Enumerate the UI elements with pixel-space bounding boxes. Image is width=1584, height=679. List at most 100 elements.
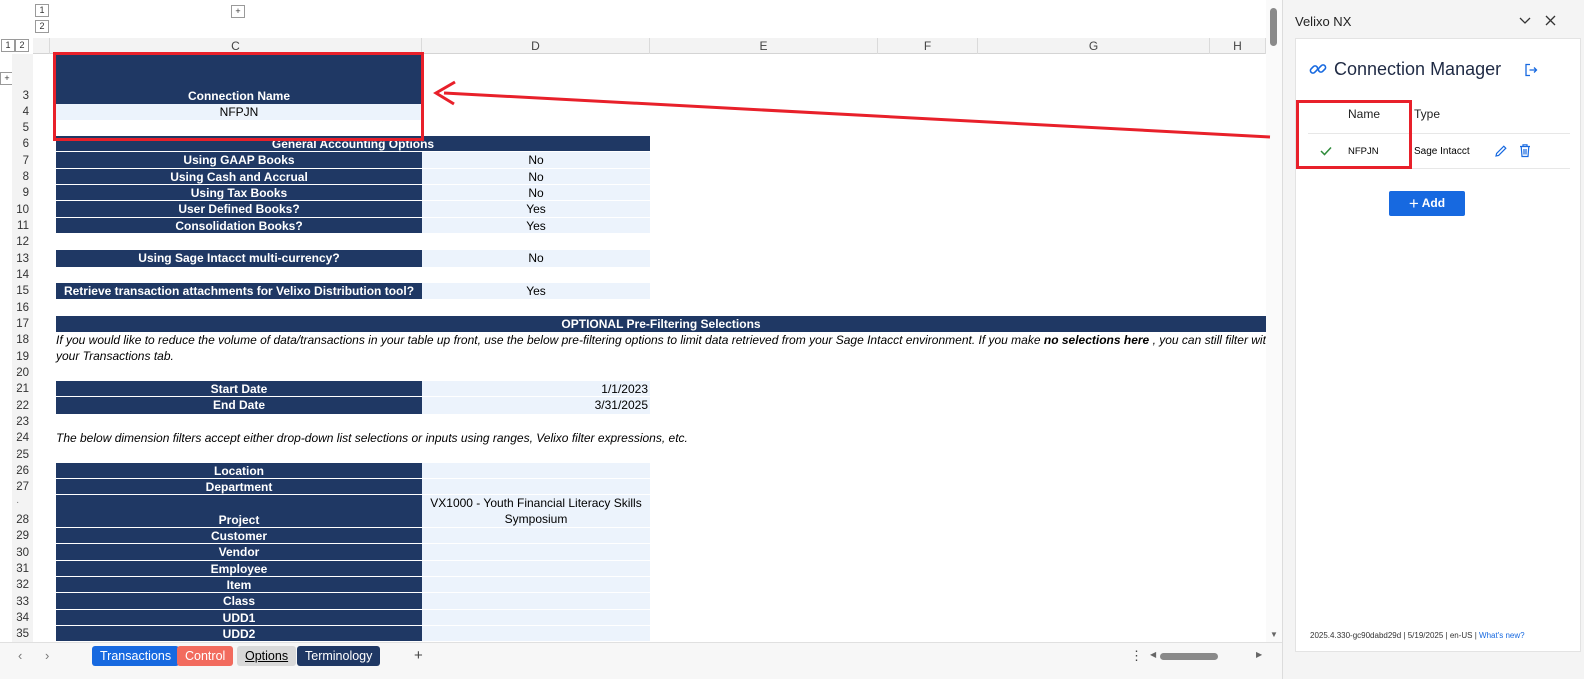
option-label[interactable]: Consolidation Books? xyxy=(56,218,422,234)
dimension-value[interactable] xyxy=(422,626,650,642)
dimension-label[interactable]: Department xyxy=(56,479,422,495)
more-options-icon[interactable]: ⋮ xyxy=(1130,648,1143,664)
row-number[interactable]: 6 xyxy=(12,136,33,152)
dimension-label[interactable]: Vendor xyxy=(56,544,422,561)
dimension-label[interactable]: Project xyxy=(56,495,422,528)
horizontal-scroll-thumb[interactable] xyxy=(1160,653,1218,660)
option-value[interactable]: No xyxy=(422,152,650,169)
row-number[interactable]: 4 xyxy=(12,104,33,120)
select-all-corner[interactable] xyxy=(33,38,50,54)
column-header[interactable]: D xyxy=(422,38,650,54)
cell-grid[interactable]: Connection Name NFPJN General Accounting O… xyxy=(33,54,1266,642)
option-value[interactable]: No xyxy=(422,185,650,201)
dimension-label[interactable]: UDD2 xyxy=(56,626,422,642)
option-label[interactable]: Using Cash and Accrual xyxy=(56,169,422,185)
horizontal-scrollbar[interactable]: ◀ ▶ xyxy=(1150,650,1262,661)
column-header[interactable]: H xyxy=(1210,38,1266,54)
add-connection-button[interactable]: + Add xyxy=(1389,191,1465,216)
scroll-left-icon[interactable]: ◀ xyxy=(1150,650,1156,659)
outline-dot: · xyxy=(16,465,20,476)
option-value[interactable]: No xyxy=(422,169,650,185)
tab-prev-icon[interactable]: ‹ xyxy=(18,648,22,663)
row-number[interactable]: 3 xyxy=(12,54,33,104)
row-number[interactable]: 16 xyxy=(12,299,33,316)
tab-terminology[interactable]: Terminology xyxy=(297,646,381,666)
row-number[interactable]: 5 xyxy=(12,120,33,136)
column-header[interactable]: F xyxy=(878,38,978,54)
end-date-value[interactable]: 3/31/2025 xyxy=(422,397,650,414)
attachments-value[interactable]: Yes xyxy=(422,283,650,299)
prefilter-note-line2[interactable]: your Transactions tab. xyxy=(56,348,1266,365)
dimension-label[interactable]: Location xyxy=(56,463,422,479)
multicurrency-value[interactable]: No xyxy=(422,250,650,267)
vertical-scrollbar[interactable]: ▼ xyxy=(1266,0,1282,642)
col-outline-level-2-button[interactable]: 2 xyxy=(15,39,29,52)
add-sheet-icon[interactable]: + xyxy=(414,647,423,664)
outline-dot: · xyxy=(16,612,20,623)
outline-dot: · xyxy=(16,563,20,574)
sign-out-icon[interactable] xyxy=(1524,63,1538,77)
row-number[interactable]: 11 xyxy=(12,218,33,234)
type-column-header[interactable]: Type xyxy=(1414,107,1440,121)
edit-pencil-icon[interactable] xyxy=(1494,144,1508,158)
dimension-value[interactable] xyxy=(422,528,650,544)
vertical-scroll-thumb[interactable] xyxy=(1270,8,1277,46)
dimension-label[interactable]: Customer xyxy=(56,528,422,544)
tab-transactions[interactable]: Transactions xyxy=(92,646,180,666)
column-header[interactable]: E xyxy=(650,38,878,54)
dimension-value[interactable] xyxy=(422,593,650,610)
prefilter-note[interactable]: If you would like to reduce the volume o… xyxy=(56,332,1266,348)
tab-options[interactable]: Options xyxy=(237,646,297,666)
scroll-right-icon[interactable]: ▶ xyxy=(1256,650,1262,659)
tab-next-icon[interactable]: › xyxy=(45,648,49,663)
dimension-label[interactable]: UDD1 xyxy=(56,610,422,626)
end-date-label[interactable]: End Date xyxy=(56,397,422,414)
dimension-label[interactable]: Item xyxy=(56,577,422,593)
row-number[interactable]: 14 xyxy=(12,267,33,283)
row-number[interactable]: 19 xyxy=(12,348,33,365)
chevron-down-icon[interactable] xyxy=(1519,17,1531,25)
dimension-value[interactable] xyxy=(422,561,650,577)
dimension-value[interactable] xyxy=(422,544,650,561)
attachments-label[interactable]: Retrieve transaction attachments for Vel… xyxy=(56,283,422,299)
expand-columns-button[interactable]: + xyxy=(231,5,245,18)
outline-dot: · xyxy=(16,546,20,557)
dimension-value[interactable] xyxy=(422,610,650,626)
scroll-down-icon[interactable]: ▼ xyxy=(1270,630,1278,639)
dimension-value[interactable] xyxy=(422,577,650,593)
dimension-value[interactable]: VX1000 - Youth Financial Literacy Skills… xyxy=(422,495,650,528)
row-number[interactable]: 12 xyxy=(12,234,33,250)
start-date-label[interactable]: Start Date xyxy=(56,381,422,397)
dimension-value[interactable] xyxy=(422,479,650,495)
row-number[interactable]: 9 xyxy=(12,185,33,201)
row-number[interactable]: 10 xyxy=(12,201,33,218)
option-value[interactable]: Yes xyxy=(422,201,650,218)
dimension-value[interactable] xyxy=(422,463,650,479)
row-number[interactable]: 17 xyxy=(12,316,33,332)
option-value[interactable]: Yes xyxy=(422,218,650,234)
row-number[interactable]: 15 xyxy=(12,283,33,299)
outline-dot: · xyxy=(16,595,20,606)
tab-control[interactable]: Control xyxy=(177,646,234,666)
row-outline-level-1-button[interactable]: 1 xyxy=(35,4,49,17)
row-number[interactable]: 13 xyxy=(12,250,33,267)
dimension-label[interactable]: Employee xyxy=(56,561,422,577)
row-number[interactable]: 8 xyxy=(12,169,33,185)
row-number[interactable]: 18 xyxy=(12,332,33,348)
row-outline-level-2-button[interactable]: 2 xyxy=(35,20,49,33)
row-number[interactable]: 7 xyxy=(12,152,33,169)
option-label[interactable]: Using Tax Books xyxy=(56,185,422,201)
start-date-value[interactable]: 1/1/2023 xyxy=(422,381,650,397)
multicurrency-label[interactable]: Using Sage Intacct multi-currency? xyxy=(56,250,422,267)
whats-new-link[interactable]: What's new? xyxy=(1479,631,1525,640)
option-label[interactable]: Using GAAP Books xyxy=(56,152,422,169)
prefilter-header[interactable]: OPTIONAL Pre-Filtering Selections xyxy=(56,316,1266,332)
col-outline-level-1-button[interactable]: 1 xyxy=(1,39,15,52)
dimension-label[interactable]: Class xyxy=(56,593,422,610)
prefilter-note-text: If you would like to reduce the volume o… xyxy=(56,333,1044,347)
close-icon[interactable] xyxy=(1545,15,1556,26)
column-header[interactable]: G xyxy=(978,38,1210,54)
trash-icon[interactable] xyxy=(1518,143,1532,158)
option-label[interactable]: User Defined Books? xyxy=(56,201,422,218)
dimension-note[interactable]: The below dimension filters accept eithe… xyxy=(56,430,1266,446)
